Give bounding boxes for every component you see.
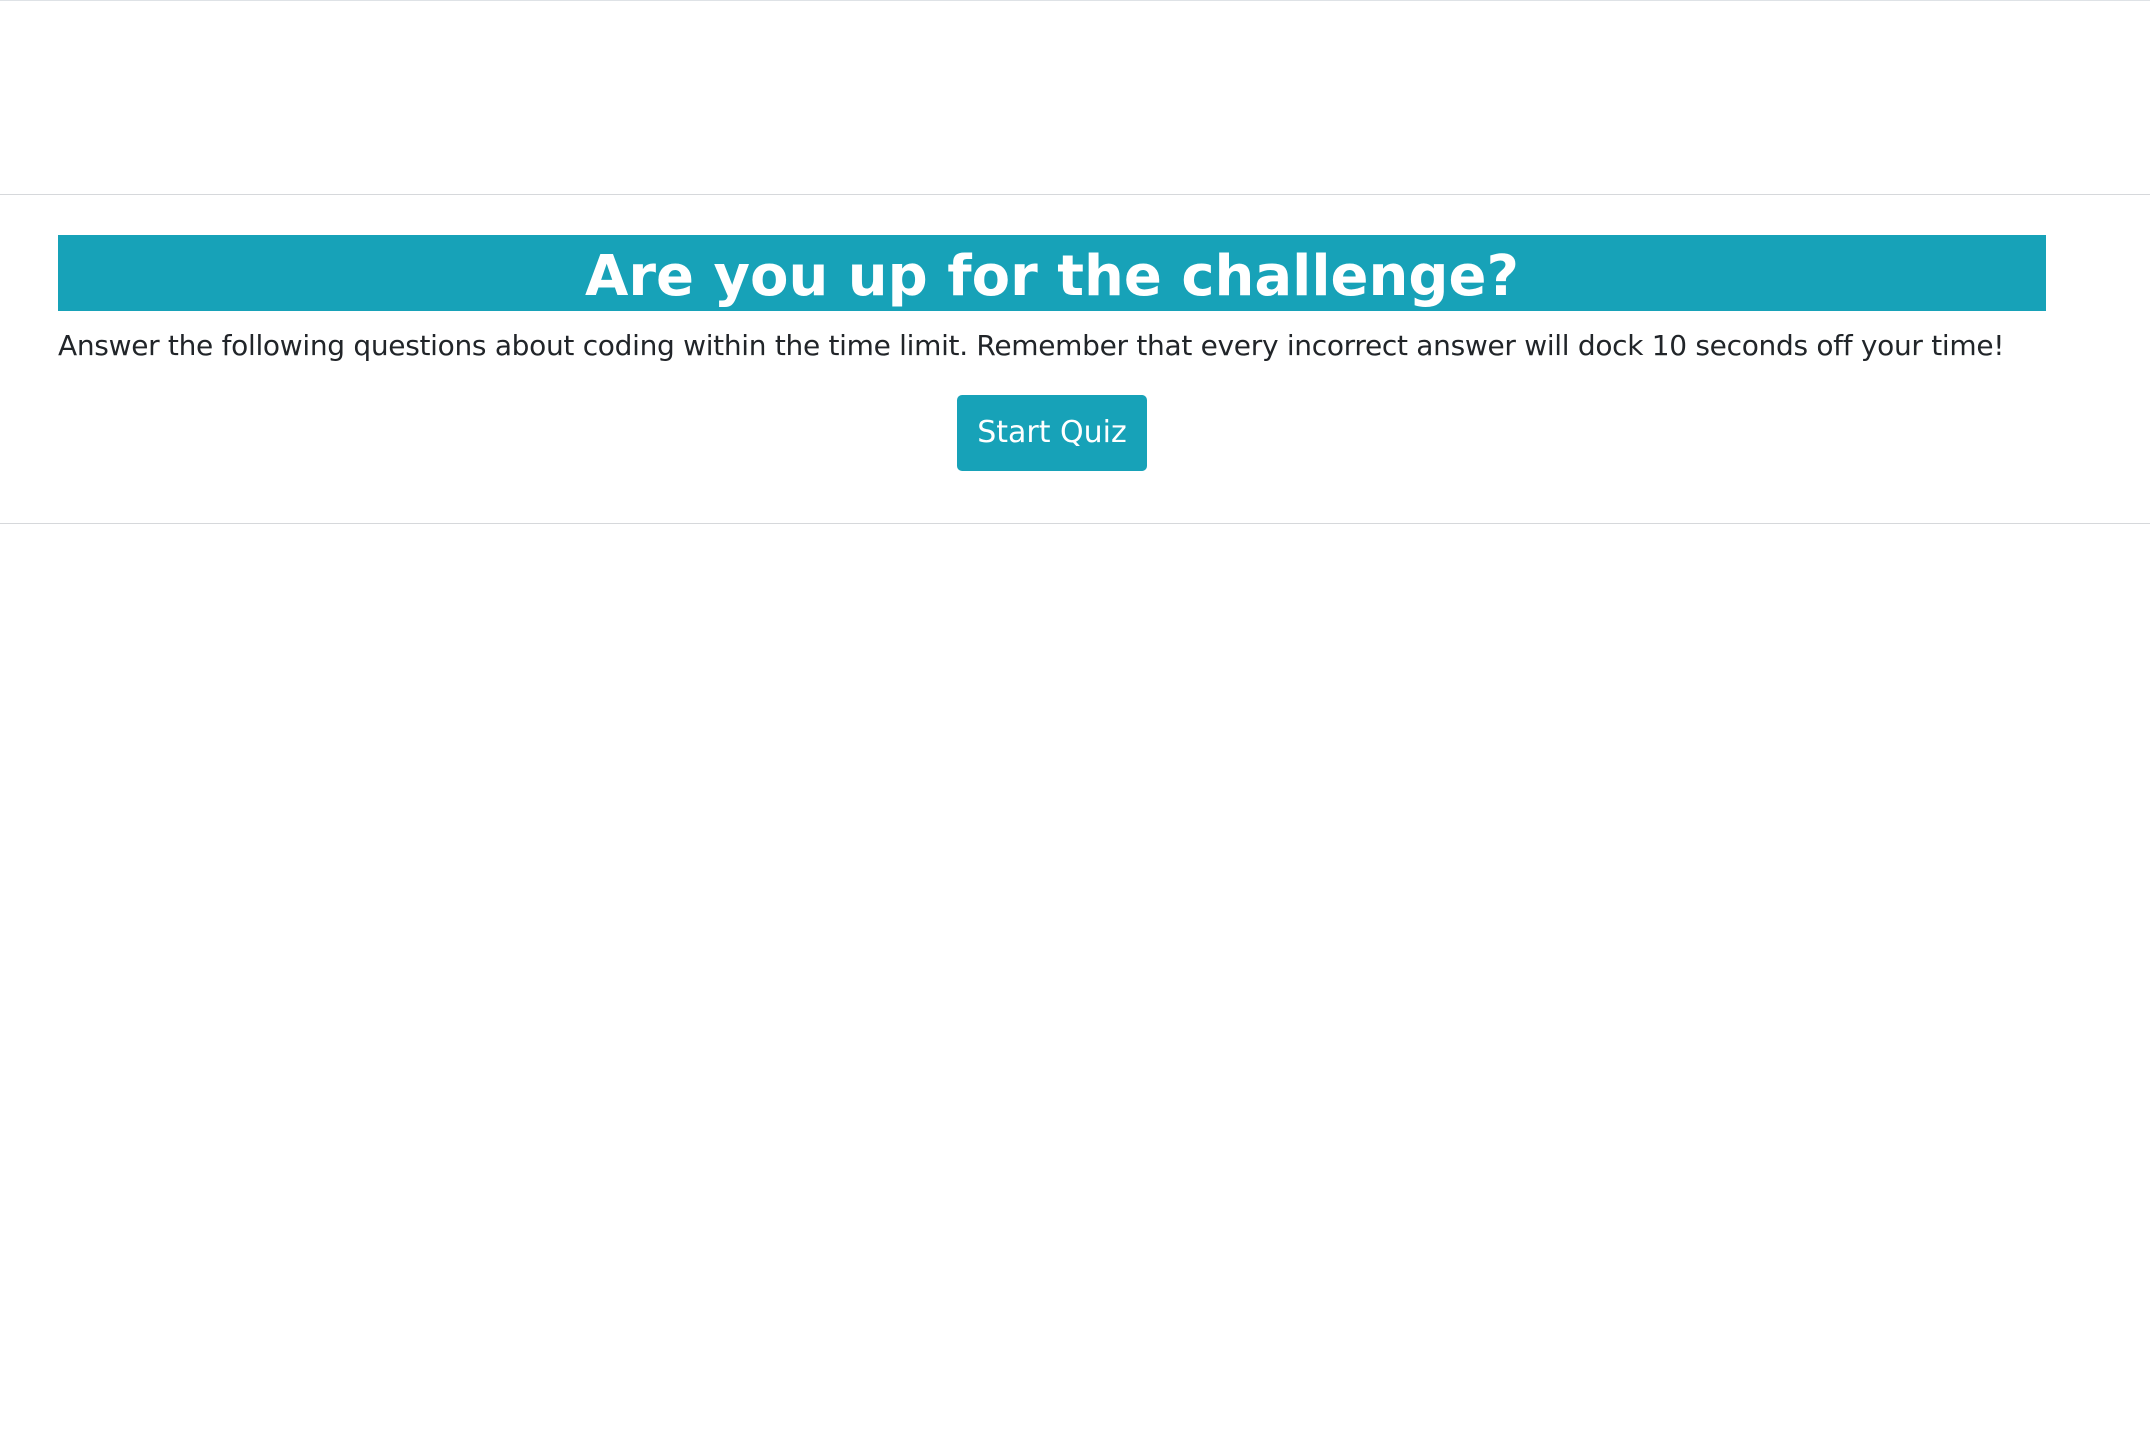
page-title: Are you up for the challenge? — [58, 235, 2046, 311]
quiz-instructions: Answer the following questions about cod… — [58, 329, 2005, 362]
quiz-intro: Are you up for the challenge? Answer the… — [58, 235, 2046, 471]
start-button-container: Start Quiz — [58, 395, 2046, 471]
start-quiz-button[interactable]: Start Quiz — [957, 395, 1147, 471]
top-border — [0, 0, 2150, 1]
divider-top — [0, 194, 2150, 195]
divider-bottom — [0, 523, 2150, 524]
